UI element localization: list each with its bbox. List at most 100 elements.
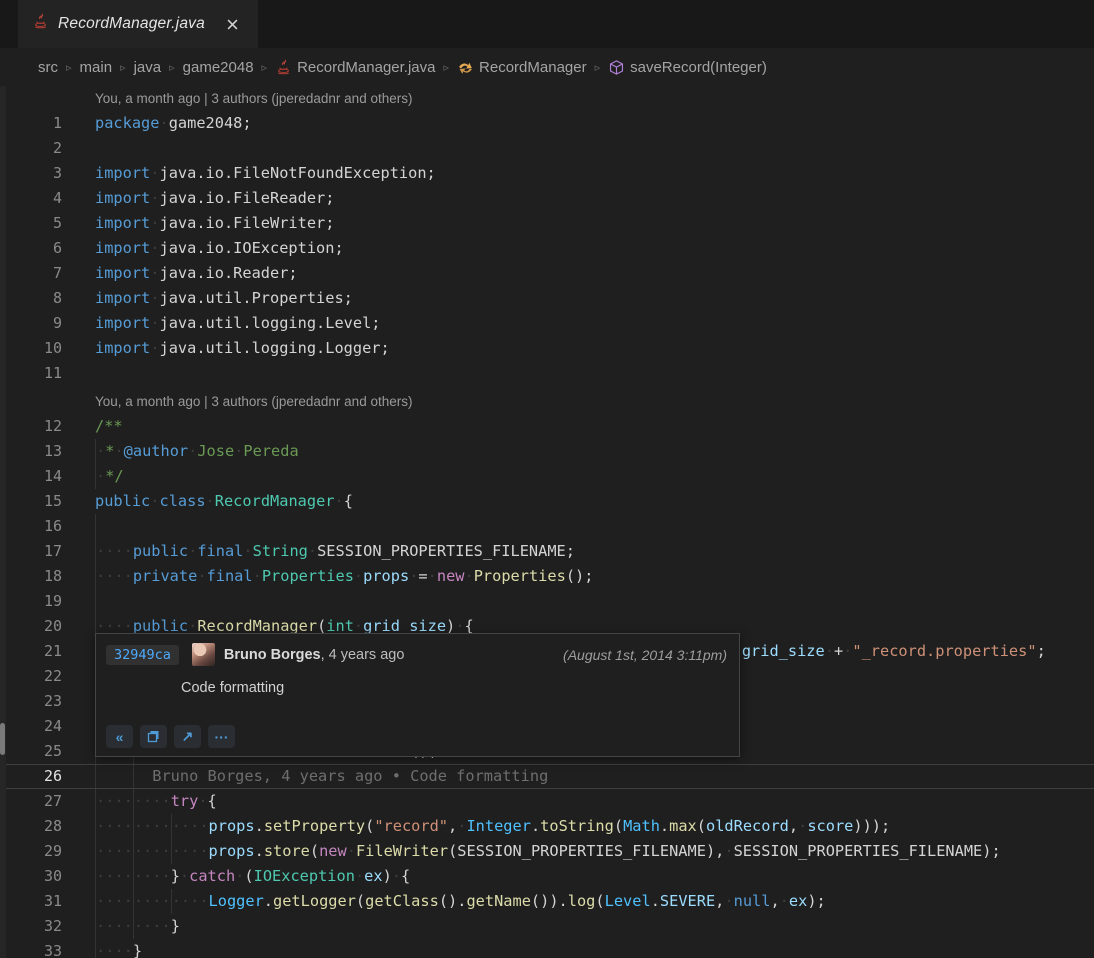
close-tab-icon[interactable] bbox=[224, 15, 242, 33]
breadcrumb-item-game2048[interactable]: game2048 bbox=[183, 59, 254, 76]
breadcrumb-label: main bbox=[80, 59, 113, 76]
line-number: 1 bbox=[0, 111, 62, 136]
code-text: import·java.io.FileWriter; bbox=[95, 211, 334, 236]
tab-recordmanager[interactable]: RecordManager.java bbox=[18, 0, 259, 48]
line-number: 16 bbox=[0, 514, 62, 539]
code-line[interactable]: 2 bbox=[0, 136, 1094, 161]
code-line[interactable]: 6import·java.io.IOException; bbox=[0, 236, 1094, 261]
code-line[interactable]: 15 public·class·RecordManager·{ bbox=[0, 489, 1094, 514]
breadcrumb-item-recordmanager-java[interactable]: RecordManager.java bbox=[275, 59, 435, 76]
line-number: 7 bbox=[0, 261, 62, 286]
code-text: ····public·final·String·SESSION_PROPERTI… bbox=[95, 539, 575, 564]
code-text: ·*/ bbox=[95, 464, 124, 489]
code-line[interactable]: 4import·java.io.FileReader; bbox=[0, 186, 1094, 211]
code-line[interactable]: 33····} bbox=[0, 939, 1094, 958]
breadcrumb-item-main[interactable]: main bbox=[80, 59, 113, 76]
breadcrumb-label: RecordManager.java bbox=[297, 59, 435, 76]
line-number: 17 bbox=[0, 539, 62, 564]
line-number: 6 bbox=[0, 236, 62, 261]
breadcrumb: src ▹ main ▹ java ▹ game2048 ▹ RecordManager.jav… bbox=[0, 48, 1094, 86]
breadcrumb-separator-icon: ▹ bbox=[66, 61, 72, 74]
line-number: 22 bbox=[0, 664, 62, 689]
line-number: 23 bbox=[0, 689, 62, 714]
code-line[interactable]: 27········try·{ bbox=[0, 789, 1094, 814]
git-blame-hover-popup: 32949ca Bruno Borges, 4 years ago (Augus… bbox=[95, 633, 740, 757]
code-text: import·java.util.logging.Level; bbox=[95, 311, 381, 336]
code-line[interactable]: 5 import·java.io.FileWriter; bbox=[0, 211, 1094, 236]
more-actions-button[interactable]: ··· bbox=[208, 725, 235, 748]
author-relative-time: , 4 years ago bbox=[321, 647, 405, 663]
breadcrumb-item-java[interactable]: java bbox=[134, 59, 162, 76]
blame-popup-header: 32949ca Bruno Borges, 4 years ago (Augus… bbox=[96, 634, 739, 666]
breadcrumb-label: RecordManager bbox=[479, 59, 587, 76]
line-number: 14 bbox=[0, 464, 62, 489]
breadcrumb-separator-icon: ▹ bbox=[120, 61, 126, 74]
code-line[interactable]: 3import·java.io.FileNotFoundException; bbox=[0, 161, 1094, 186]
prev-commit-button[interactable]: « bbox=[106, 725, 133, 748]
code-line[interactable]: 9import·java.util.logging.Level; bbox=[0, 311, 1094, 336]
line-number: 32 bbox=[0, 914, 62, 939]
code-text: import·java.io.FileNotFoundException; bbox=[95, 161, 436, 186]
code-line[interactable]: 10import·java.util.logging.Logger; bbox=[0, 336, 1094, 361]
line-number: 12 bbox=[0, 414, 62, 439]
code-line[interactable]: 12/** bbox=[0, 414, 1094, 439]
left-edge-strip bbox=[0, 86, 6, 958]
line-number: 11 bbox=[0, 361, 62, 386]
code-line[interactable]: 16 bbox=[0, 514, 1094, 539]
git-codelens[interactable]: You, a month ago | 3 authors (jperedadnr… bbox=[0, 86, 1094, 111]
blame-popup-toolbar: « ↗ ··· bbox=[106, 725, 235, 748]
line-number: 13 bbox=[0, 439, 62, 464]
line-number: 30 bbox=[0, 864, 62, 889]
breadcrumb-separator-icon: ▹ bbox=[444, 61, 450, 74]
code-line[interactable]: 17 ····public·final·String·SESSION_PROPER… bbox=[0, 539, 1094, 564]
line-number: 15 bbox=[0, 489, 62, 514]
code-text: ····private·final·Properties·props·=·new… bbox=[95, 564, 593, 589]
breadcrumb-separator-icon: ▹ bbox=[169, 61, 175, 74]
code-line[interactable]: 32········} bbox=[0, 914, 1094, 939]
code-text: ····} bbox=[95, 939, 142, 958]
copy-icon bbox=[147, 730, 160, 743]
line-number: 29 bbox=[0, 839, 62, 864]
code-text: ·*·@author·Jose·Pereda bbox=[95, 439, 299, 464]
breadcrumb-separator-icon: ▹ bbox=[595, 61, 601, 74]
code-line[interactable]: 13 ·*·@author·Jose·Pereda bbox=[0, 439, 1094, 464]
code-line[interactable]: 29 ············props.store(new·FileWriter… bbox=[0, 839, 1094, 864]
breadcrumb-label: java bbox=[134, 59, 162, 76]
code-line[interactable]: 7import·java.io.Reader; bbox=[0, 261, 1094, 286]
breadcrumb-separator-icon: ▹ bbox=[262, 61, 268, 74]
code-text: public·class·RecordManager·{ bbox=[95, 489, 353, 514]
code-line[interactable]: 28············props.setProperty("record"… bbox=[0, 814, 1094, 839]
editor-window: RecordManager.java src ▹ main ▹ java ▹ game204… bbox=[0, 0, 1094, 958]
line-number: 31 bbox=[0, 889, 62, 914]
code-line[interactable]: 11 bbox=[0, 361, 1094, 386]
inline-blame-annotation: Bruno Borges, 4 years ago • Code formatt… bbox=[152, 767, 548, 785]
code-text bbox=[95, 514, 133, 539]
code-line[interactable]: 18····private·final·Properties·props·=·n… bbox=[0, 564, 1094, 589]
arrow-up-right-icon: ↗ bbox=[182, 728, 194, 745]
commit-sha-badge[interactable]: 32949ca bbox=[106, 645, 179, 665]
breadcrumb-label: game2048 bbox=[183, 59, 254, 76]
line-number: 21 bbox=[0, 639, 62, 664]
code-line[interactable]: 1package·game2048; bbox=[0, 111, 1094, 136]
copy-sha-button[interactable] bbox=[140, 725, 167, 748]
open-commit-button[interactable]: ↗ bbox=[174, 725, 201, 748]
code-editor[interactable]: You, a month ago | 3 authors (jperedadnr… bbox=[0, 86, 1094, 958]
code-line[interactable]: 19 bbox=[0, 589, 1094, 614]
line-number: 5 bbox=[0, 211, 62, 236]
tab-title: RecordManager.java bbox=[58, 15, 205, 33]
code-text bbox=[95, 589, 133, 614]
breadcrumb-item-saverecord-integer-[interactable]: saveRecord(Integer) bbox=[608, 59, 767, 76]
code-line-current[interactable]: 26 Bruno Borges, 4 years ago • Code form… bbox=[0, 764, 1094, 789]
ellipsis-icon: ··· bbox=[215, 729, 229, 745]
breadcrumb-item-src[interactable]: src bbox=[38, 59, 58, 76]
code-text: ············props.store(new·FileWriter(S… bbox=[95, 839, 1001, 864]
code-line[interactable]: 8import·java.util.Properties; bbox=[0, 286, 1094, 311]
code-line[interactable]: 31············Logger.getLogger(getClass(… bbox=[0, 889, 1094, 914]
commit-date: (August 1st, 2014 3:11pm) bbox=[563, 647, 727, 663]
line-number: 27 bbox=[0, 789, 62, 814]
code-line[interactable]: 30········}·catch·(IOException·ex)·{ bbox=[0, 864, 1094, 889]
git-codelens[interactable]: You, a month ago | 3 authors (jperedadnr… bbox=[0, 386, 1094, 414]
code-line[interactable]: 14 ·*/ bbox=[0, 464, 1094, 489]
line-number: 10 bbox=[0, 336, 62, 361]
breadcrumb-item-recordmanager[interactable]: RecordManager bbox=[457, 59, 587, 76]
